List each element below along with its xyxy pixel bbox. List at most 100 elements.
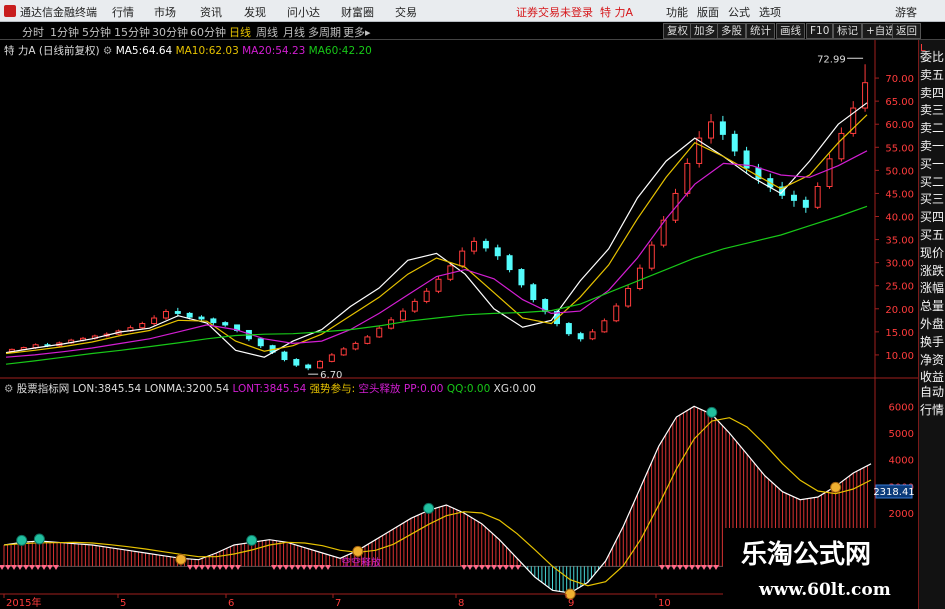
price-tick-label: 30.00 <box>885 259 914 270</box>
candle-body <box>198 316 205 320</box>
side-panel-item[interactable]: 卖四 <box>920 86 945 100</box>
price-tick-label: 20.00 <box>885 305 914 316</box>
side-panel-item[interactable]: 现价 <box>920 246 945 260</box>
release-marker-icon <box>515 565 521 570</box>
top-signal-icon <box>33 533 45 545</box>
side-panel-item[interactable]: 买四 <box>920 210 945 224</box>
side-panel-item[interactable]: 买五 <box>920 228 945 242</box>
price-tick-label: 65.00 <box>885 97 914 108</box>
candle-body <box>459 250 466 267</box>
candle-body <box>317 360 324 369</box>
candle-body <box>613 305 620 322</box>
watermark: 乐淘公式网 www.60lt.com <box>723 528 918 609</box>
low-price-label: 6.70 <box>320 370 342 381</box>
release-marker-icon <box>53 565 59 570</box>
release-marker-icon <box>479 565 485 570</box>
release-marker-icon <box>47 565 53 570</box>
candle-body <box>648 244 655 269</box>
release-marker-icon <box>223 565 229 570</box>
side-panel-item[interactable]: 涨幅 <box>920 281 945 295</box>
release-marker-icon <box>41 565 47 570</box>
side-panel-item[interactable]: 卖五 <box>920 68 945 82</box>
watermark-title: 乐淘公式网 <box>741 540 872 570</box>
candle-body <box>281 351 288 361</box>
release-marker-icon <box>277 565 283 570</box>
high-price-label: 72.99 <box>817 54 846 65</box>
side-panel-item[interactable]: 总量 <box>920 299 945 313</box>
candle-body <box>577 333 584 340</box>
quote-side-panel: L 委比 卖五 卖四 卖三 卖二 卖一 买一 买二 买三 买四 买五 现价 涨跌 涨幅 总量 外盘 换手 净资 收益… <box>918 40 945 609</box>
release-marker-icon <box>229 565 235 570</box>
release-marker-icon <box>235 565 241 570</box>
floating-signal-label: 空空释放 <box>341 556 381 569</box>
side-panel-item[interactable]: 涨跌 <box>920 264 945 278</box>
indicator-tick-label: 6000 <box>889 402 914 413</box>
release-marker-icon <box>283 565 289 570</box>
candle-body <box>601 320 608 333</box>
chart-frame <box>0 40 918 609</box>
price-tick-label: 70.00 <box>885 74 914 85</box>
candle-body <box>186 312 193 318</box>
kline-chart[interactable]: 70.00 65.00 60.00 55.00 50.00 45.00 40.00 35.00… <box>0 0 945 609</box>
side-panel-item[interactable]: 委比 <box>920 50 945 64</box>
candle-body <box>364 336 371 344</box>
release-marker-icon <box>29 565 35 570</box>
side-panel-item[interactable]: 买三 <box>920 192 945 206</box>
release-marker-icon <box>707 565 713 570</box>
price-tick-label: 25.00 <box>885 282 914 293</box>
release-marker-icon <box>319 565 325 570</box>
top-signal-icon <box>246 534 258 546</box>
candle-body <box>352 342 359 350</box>
price-axis: 70.00 65.00 60.00 55.00 50.00 45.00 40.00 35.00… <box>875 74 914 362</box>
side-panel-item[interactable]: 卖三 <box>920 103 945 117</box>
date-tick-label: 9 <box>568 598 574 609</box>
top-signal-icon <box>423 502 435 514</box>
candlestick-series <box>8 64 869 371</box>
side-panel-item[interactable]: 自动 <box>920 385 945 399</box>
bottom-signal-icon <box>352 545 364 557</box>
release-marker-icon <box>23 565 29 570</box>
top-signal-icon <box>706 406 718 418</box>
side-panel-item[interactable]: 买一 <box>920 157 945 171</box>
price-tick-label: 55.00 <box>885 143 914 154</box>
candle-body <box>139 323 146 329</box>
release-marker-icon <box>301 565 307 570</box>
side-panel-item[interactable]: 买二 <box>920 175 945 189</box>
side-panel-item[interactable]: 外盘 <box>920 317 945 331</box>
candle-body <box>708 121 715 139</box>
candle-body <box>802 199 809 208</box>
side-panel-item[interactable]: 卖一 <box>920 139 945 153</box>
release-marker-icon <box>491 565 497 570</box>
candle-body <box>399 310 406 321</box>
candle-body <box>293 359 300 366</box>
candle-body <box>636 267 643 289</box>
candle-body <box>719 121 726 135</box>
indicator-tick-label: 2000 <box>889 509 914 520</box>
date-tick-label: 6 <box>228 598 234 609</box>
side-panel-item[interactable]: 卖二 <box>920 121 945 135</box>
side-panel-item[interactable]: 净资 <box>920 353 945 367</box>
release-marker-icon <box>325 565 331 570</box>
release-marker-icon <box>659 565 665 570</box>
side-panel-item[interactable]: 换手 <box>920 335 945 349</box>
price-tick-label: 45.00 <box>885 189 914 200</box>
side-panel-item[interactable]: 行情 <box>920 403 945 417</box>
release-marker-icon <box>205 565 211 570</box>
price-tick-label: 15.00 <box>885 328 914 339</box>
candle-body <box>411 300 418 312</box>
price-tick-label: 35.00 <box>885 236 914 247</box>
top-signal-icon <box>16 534 28 546</box>
release-marker-icon <box>35 565 41 570</box>
price-tick-label: 40.00 <box>885 213 914 224</box>
ma-line-ma5 <box>5 102 868 358</box>
release-marker-icon <box>217 565 223 570</box>
side-panel-item[interactable]: 收益 <box>920 370 945 384</box>
release-marker-icon <box>677 565 683 570</box>
release-marker-icon <box>289 565 295 570</box>
candle-body <box>530 284 537 301</box>
watermark-url: www.60lt.com <box>759 580 891 600</box>
bottom-signal-icon <box>175 553 187 565</box>
release-marker-icon <box>485 565 491 570</box>
date-tick-label: 8 <box>458 598 464 609</box>
candle-body <box>435 278 442 292</box>
